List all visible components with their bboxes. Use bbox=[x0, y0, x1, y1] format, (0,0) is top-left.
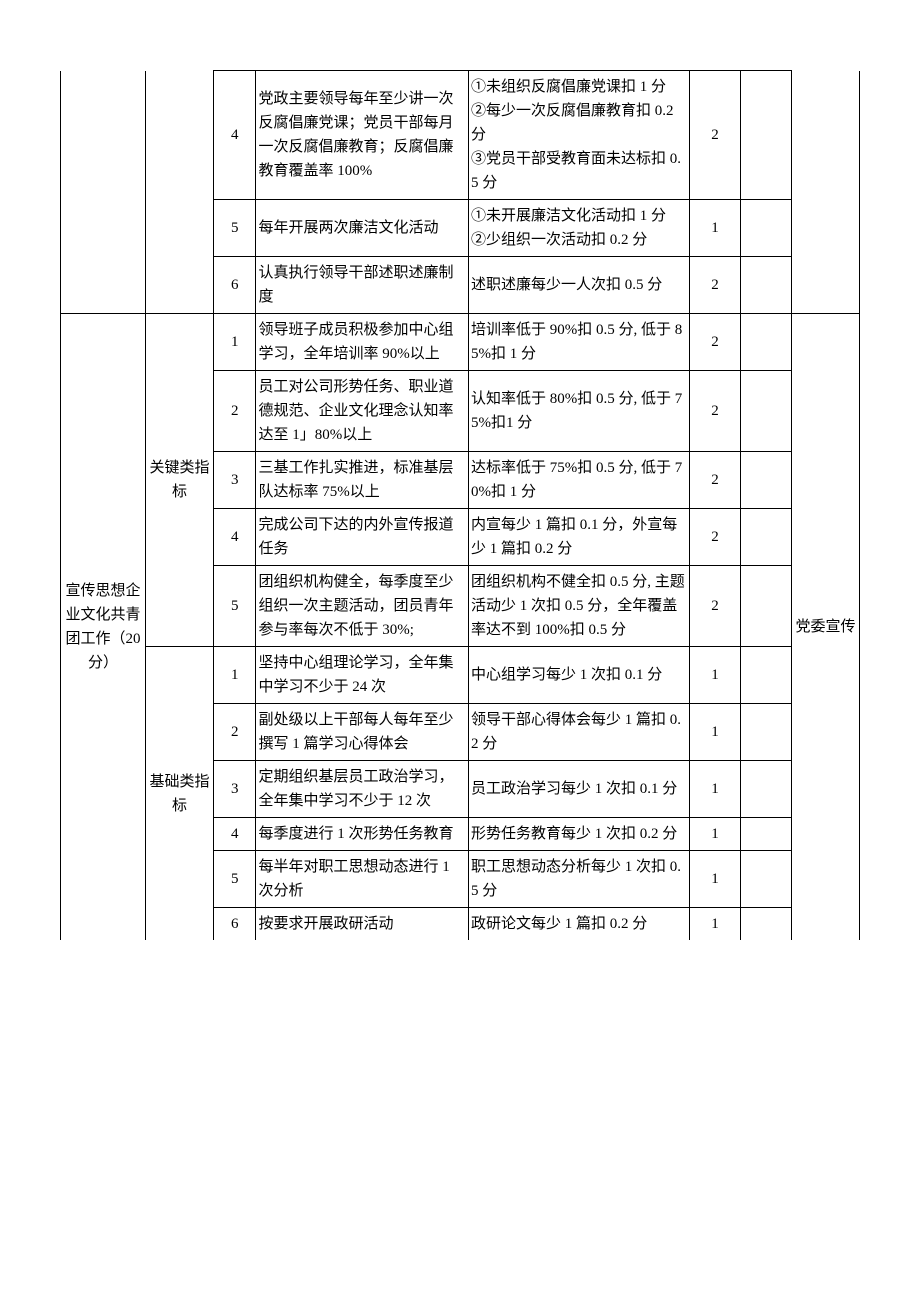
content-cell: 认真执行领导干部述职述廉制度 bbox=[256, 257, 469, 314]
content-cell: 党政主要领导每年至少讲一次反腐倡廉党课；党员干部每月一次反腐倡廉教育；反腐倡廉教… bbox=[256, 71, 469, 200]
subcategory-cell bbox=[145, 71, 213, 314]
row-number: 2 bbox=[213, 704, 255, 761]
subcategory-label: 基础类指标 bbox=[145, 647, 213, 941]
content-cell: 每季度进行 1 次形势任务教育 bbox=[256, 818, 469, 851]
row-number: 4 bbox=[213, 818, 255, 851]
row-number: 3 bbox=[213, 452, 255, 509]
score-cell: 1 bbox=[689, 851, 740, 908]
subcategory-label: 关键类指标 bbox=[145, 314, 213, 647]
blank-cell bbox=[740, 71, 791, 200]
content-cell: 每半年对职工思想动态进行 1 次分析 bbox=[256, 851, 469, 908]
blank-cell bbox=[740, 509, 791, 566]
dept-cell bbox=[791, 71, 859, 314]
blank-cell bbox=[740, 704, 791, 761]
row-number: 4 bbox=[213, 71, 255, 200]
content-cell: 三基工作扎实推进，标准基层队达标率 75%以上 bbox=[256, 452, 469, 509]
row-number: 5 bbox=[213, 200, 255, 257]
score-cell: 2 bbox=[689, 71, 740, 200]
blank-cell bbox=[740, 761, 791, 818]
dept-cell: 党委宣传 bbox=[791, 314, 859, 941]
blank-cell bbox=[740, 647, 791, 704]
category-title: 宣传思想企业文化共青团工作（20 分） bbox=[61, 314, 146, 941]
score-cell: 2 bbox=[689, 452, 740, 509]
criteria-cell: ①未开展廉洁文化活动扣 1 分 ②少组织一次活动扣 0.2 分 bbox=[468, 200, 689, 257]
criteria-cell: 中心组学习每少 1 次扣 0.1 分 bbox=[468, 647, 689, 704]
score-cell: 2 bbox=[689, 314, 740, 371]
table-row: 基础类指标 1 坚持中心组理论学习，全年集中学习不少于 24 次 中心组学习每少… bbox=[61, 647, 860, 704]
score-cell: 1 bbox=[689, 704, 740, 761]
score-cell: 1 bbox=[689, 761, 740, 818]
row-number: 6 bbox=[213, 908, 255, 941]
table-row: 宣传思想企业文化共青团工作（20 分） 关键类指标 1 领导班子成员积极参加中心… bbox=[61, 314, 860, 371]
score-cell: 1 bbox=[689, 818, 740, 851]
score-cell: 2 bbox=[689, 257, 740, 314]
content-cell: 团组织机构健全，每季度至少组织一次主题活动，团员青年参与率每次不低于 30%; bbox=[256, 566, 469, 647]
content-cell: 副处级以上干部每人每年至少撰写 1 篇学习心得体会 bbox=[256, 704, 469, 761]
row-number: 2 bbox=[213, 371, 255, 452]
blank-cell bbox=[740, 314, 791, 371]
criteria-cell: 政研论文每少 1 篇扣 0.2 分 bbox=[468, 908, 689, 941]
content-cell: 按要求开展政研活动 bbox=[256, 908, 469, 941]
score-cell: 2 bbox=[689, 566, 740, 647]
assessment-table: 4 党政主要领导每年至少讲一次反腐倡廉党课；党员干部每月一次反腐倡廉教育；反腐倡… bbox=[60, 70, 860, 940]
content-cell: 每年开展两次廉洁文化活动 bbox=[256, 200, 469, 257]
row-number: 1 bbox=[213, 314, 255, 371]
criteria-cell: 认知率低于 80%扣 0.5 分, 低于 75%扣1 分 bbox=[468, 371, 689, 452]
content-cell: 完成公司下达的内外宣传报道任务 bbox=[256, 509, 469, 566]
criteria-cell: 团组织机构不健全扣 0.5 分, 主题活动少 1 次扣 0.5 分，全年覆盖率达… bbox=[468, 566, 689, 647]
criteria-cell: ①未组织反腐倡廉党课扣 1 分 ②每少一次反腐倡廉教育扣 0.2 分 ③党员干部… bbox=[468, 71, 689, 200]
table-row: 4 党政主要领导每年至少讲一次反腐倡廉党课；党员干部每月一次反腐倡廉教育；反腐倡… bbox=[61, 71, 860, 200]
criteria-cell: 内宣每少 1 篇扣 0.1 分，外宣每少 1 篇扣 0.2 分 bbox=[468, 509, 689, 566]
content-cell: 定期组织基层员工政治学习，全年集中学习不少于 12 次 bbox=[256, 761, 469, 818]
content-cell: 坚持中心组理论学习，全年集中学习不少于 24 次 bbox=[256, 647, 469, 704]
row-number: 5 bbox=[213, 851, 255, 908]
category-cell bbox=[61, 71, 146, 314]
blank-cell bbox=[740, 851, 791, 908]
score-cell: 1 bbox=[689, 200, 740, 257]
row-number: 1 bbox=[213, 647, 255, 704]
criteria-cell: 领导干部心得体会每少 1 篇扣 0.2 分 bbox=[468, 704, 689, 761]
criteria-cell: 培训率低于 90%扣 0.5 分, 低于 85%扣 1 分 bbox=[468, 314, 689, 371]
row-number: 5 bbox=[213, 566, 255, 647]
score-cell: 1 bbox=[689, 908, 740, 941]
blank-cell bbox=[740, 452, 791, 509]
criteria-cell: 达标率低于 75%扣 0.5 分, 低于 70%扣 1 分 bbox=[468, 452, 689, 509]
criteria-cell: 述职述廉每少一人次扣 0.5 分 bbox=[468, 257, 689, 314]
blank-cell bbox=[740, 200, 791, 257]
blank-cell bbox=[740, 257, 791, 314]
row-number: 4 bbox=[213, 509, 255, 566]
criteria-cell: 员工政治学习每少 1 次扣 0.1 分 bbox=[468, 761, 689, 818]
score-cell: 1 bbox=[689, 647, 740, 704]
blank-cell bbox=[740, 566, 791, 647]
content-cell: 领导班子成员积极参加中心组学习，全年培训率 90%以上 bbox=[256, 314, 469, 371]
row-number: 3 bbox=[213, 761, 255, 818]
blank-cell bbox=[740, 818, 791, 851]
content-cell: 员工对公司形势任务、职业道德规范、企业文化理念认知率达至 1」80%以上 bbox=[256, 371, 469, 452]
blank-cell bbox=[740, 908, 791, 941]
row-number: 6 bbox=[213, 257, 255, 314]
criteria-cell: 形势任务教育每少 1 次扣 0.2 分 bbox=[468, 818, 689, 851]
blank-cell bbox=[740, 371, 791, 452]
score-cell: 2 bbox=[689, 371, 740, 452]
criteria-cell: 职工思想动态分析每少 1 次扣 0.5 分 bbox=[468, 851, 689, 908]
score-cell: 2 bbox=[689, 509, 740, 566]
